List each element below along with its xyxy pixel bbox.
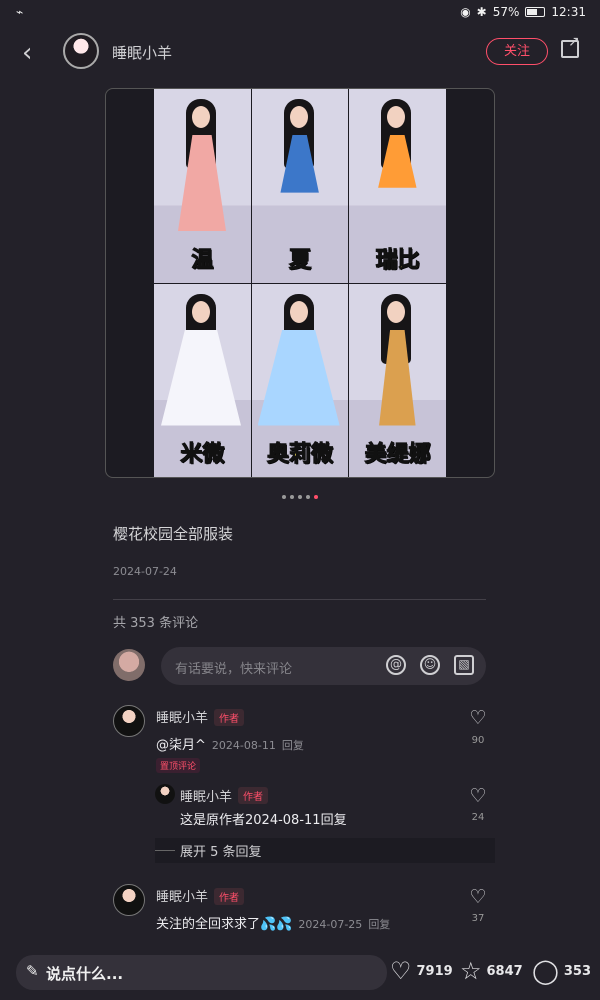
comment-date: 2024-08-11 [211,739,276,752]
carousel-dot [298,495,302,499]
follow-button[interactable]: 关注 [486,38,548,65]
status-bar-right: ◉ ✱ 57% 12:31 [460,5,586,19]
author-name[interactable]: 睡眠小羊 [112,42,172,63]
reply-text-row: 这是原作者2024-08-11回复 [180,809,347,828]
bluetooth-icon: ✱ [476,5,487,19]
status-bar: ⌁ ◉ ✱ 57% 12:31 [0,0,600,26]
comment-count: 共 353 条评论 [113,616,199,631]
commenter-name[interactable]: 睡眠小羊 [156,707,208,726]
heart-icon[interactable]: ♡ [467,887,489,907]
comment-text: 关注的全回求求了💦💦 [156,917,293,932]
comment-entry-button[interactable]: ✎ 说点什么... [16,955,387,990]
battery-percent: 57% [492,5,520,19]
image-icon[interactable]: ▧ [454,655,474,675]
reply-button[interactable]: 回复 [282,739,304,752]
reply-date: 2024-08-11 [245,813,321,828]
comment-item: 睡眠小羊 作者 关注的全回求求了💦💦 2024-07-25 回复 ♡ 37 [113,884,493,934]
outfit-tile: 奥莉微 [251,283,349,477]
author-badge: 作者 [238,787,268,804]
outfit-tile: 瑞比 [349,89,446,283]
post-image-carousel[interactable]: 温 夏 瑞比 米微 奥莉微 美缇娜 [105,88,495,478]
comment-button[interactable]: ◯ 353 [532,957,591,985]
post-title: 樱花校园全部服装 [113,525,234,543]
mention-icon[interactable]: @ [386,655,406,675]
replier-name[interactable]: 睡眠小羊 [180,786,232,805]
post-date: 2024-07-24 [113,565,177,578]
carousel-dot [282,495,286,499]
comment-entry-label: 说点什么... [46,965,124,983]
carousel-dot [306,495,310,499]
carousel-dot-active [314,495,318,499]
outfit-tile: 美缇娜 [349,283,446,477]
carousel-indicator [282,495,318,499]
heart-icon[interactable]: ♡ [467,786,489,806]
chat-bubble-icon: ◯ [532,957,559,985]
outfit-tile: 温 [154,89,251,283]
author-badge: 作者 [214,709,244,726]
share-icon[interactable] [561,34,580,58]
outfit-label: 奥莉微 [266,442,333,468]
outfit-label: 夏 [288,247,311,273]
author-badge: 作者 [214,888,244,905]
outfit-label: 米微 [180,442,225,468]
outfit-label: 瑞比 [375,247,420,273]
pencil-icon: ✎ [26,962,39,980]
back-button[interactable]: ‹ [22,38,32,68]
comment-text-row: 关注的全回求求了💦💦 2024-07-25 回复 [156,913,390,932]
user-avatar[interactable] [113,649,145,681]
favorite-count: 6847 [486,963,523,979]
comment-count-bottom: 353 [563,963,591,979]
like-count: 37 [471,913,485,924]
commenter-avatar[interactable] [113,884,145,916]
like-count: 90 [471,735,485,746]
star-icon: ☆ [460,957,482,985]
pinned-badge: 置顶评论 [156,758,201,773]
outfit-label: 温 [191,247,214,273]
reply-item: 睡眠小羊 作者 这是原作者2024-08-11回复 ♡ 24 [155,784,490,829]
outfit-label: 美缇娜 [364,442,431,468]
heart-icon[interactable]: ♡ [467,708,489,728]
battery-icon [525,7,546,17]
comment-compose: 有话要说，快来评论 @ ☺ ▧ [113,647,486,685]
comment-item: 睡眠小羊 作者 @柒月^ 2024-08-11 回复 置顶评论 ♡ 90 [113,705,493,775]
expand-replies-button[interactable]: 展开 5 条回复 [155,838,495,863]
heart-icon: ♡ [390,957,412,985]
carousel-dot [290,495,294,499]
comment-text-row: @柒月^ 2024-08-11 回复 [156,734,304,753]
like-count: 7919 [416,963,453,979]
replier-avatar[interactable] [155,784,175,804]
outfit-tile: 米微 [154,283,251,477]
reply-text: 这是原作者 [180,813,246,828]
eye-icon: ◉ [460,5,471,19]
reply-button[interactable]: 回复 [368,918,390,931]
post-header: ‹ 睡眠小羊 关注 [0,30,600,76]
wifi-icon: ⌁ [16,5,24,19]
emoji-icon[interactable]: ☺ [420,655,440,675]
comment-date: 2024-07-25 [298,918,363,931]
author-avatar[interactable] [63,33,99,69]
reply-button[interactable]: 回复 [321,813,347,828]
like-count: 24 [471,812,485,823]
bottom-action-bar: ✎ 说点什么... ♡ 7919 ☆ 6847 ◯ 353 [0,945,600,1000]
favorite-button[interactable]: ☆ 6847 [460,957,523,985]
commenter-avatar[interactable] [113,705,145,737]
divider [113,599,486,600]
outfit-tile: 夏 [251,89,349,283]
comment-text: @柒月^ [156,738,206,753]
outfit-grid: 温 夏 瑞比 米微 奥莉微 美缇娜 [154,89,446,477]
clock: 12:31 [551,5,586,19]
like-button[interactable]: ♡ 7919 [390,957,453,985]
commenter-name[interactable]: 睡眠小羊 [156,886,208,905]
